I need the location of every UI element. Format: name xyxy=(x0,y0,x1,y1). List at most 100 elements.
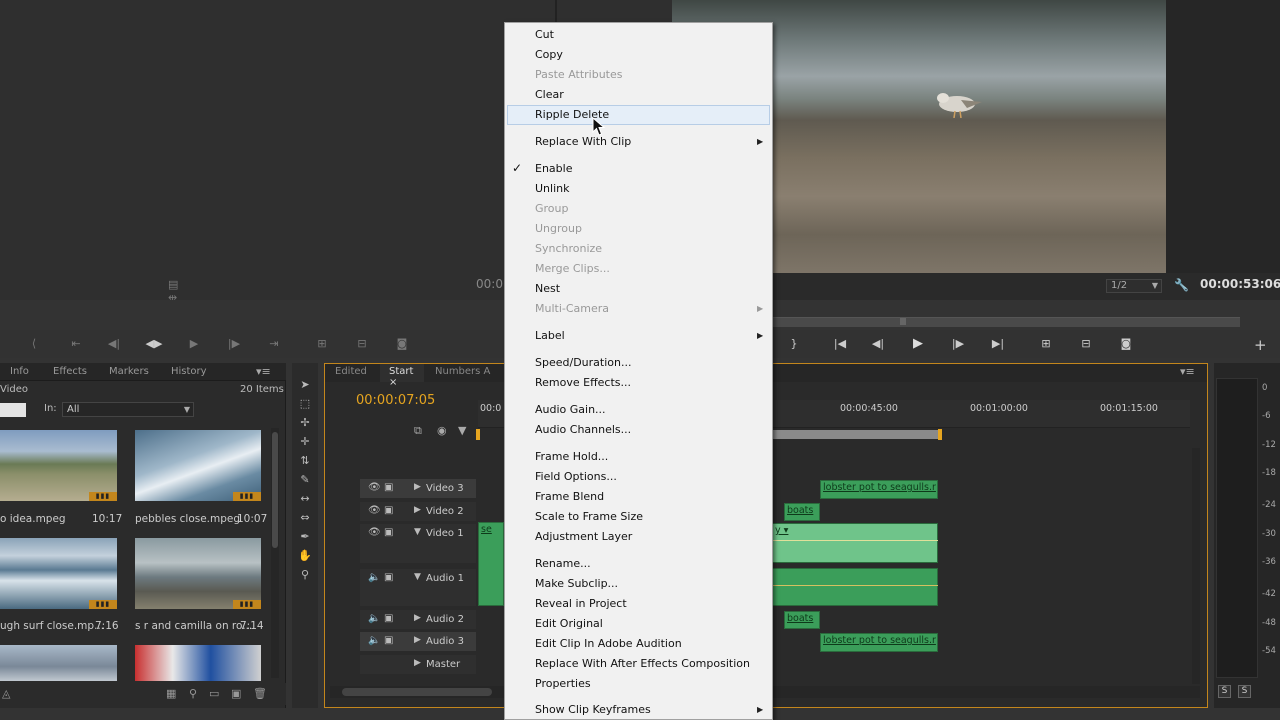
expand-icon[interactable]: ▶ xyxy=(414,613,421,623)
scrubber-handle[interactable] xyxy=(900,318,906,325)
overwrite-icon[interactable]: ⊟ xyxy=(348,335,376,353)
lift-icon[interactable]: ⊞ xyxy=(1032,335,1060,353)
menu-item-audio-gain[interactable]: Audio Gain... xyxy=(535,403,606,416)
film-icon[interactable]: ▣ xyxy=(384,482,393,493)
menu-item-speed-duration[interactable]: Speed/Duration... xyxy=(535,356,631,369)
menu-item-scale-to-frame-size[interactable]: Scale to Frame Size xyxy=(535,510,643,523)
menu-item-edit-original[interactable]: Edit Original xyxy=(535,617,603,630)
clip-thumbnail[interactable] xyxy=(0,645,117,681)
pen-tool-icon[interactable]: ✒ xyxy=(297,529,313,545)
track-header-video2[interactable]: 👁 ▣ ▶ Video 2 xyxy=(360,502,476,522)
timeline-scroll-thumb[interactable] xyxy=(342,688,492,696)
wrench-icon[interactable]: 🔧 xyxy=(1174,278,1189,292)
in-select[interactable]: All ▼ xyxy=(62,402,194,417)
hand-tool-icon[interactable]: ✋ xyxy=(297,548,313,564)
tab-markers[interactable]: Markers xyxy=(109,366,149,377)
step-back-icon[interactable]: ◀| xyxy=(100,335,128,353)
tab-effects[interactable]: Effects xyxy=(53,366,87,377)
track-select-tool-icon[interactable]: ⬚ xyxy=(297,396,313,412)
menu-item-make-subclip[interactable]: Make Subclip... xyxy=(535,577,618,590)
track-header-video3[interactable]: 👁 ▣ ▶ Video 3 xyxy=(360,479,476,499)
zoom-select[interactable]: 1/2 ▼ xyxy=(1106,279,1162,293)
export-frame-icon[interactable]: ◙ xyxy=(1112,335,1140,353)
resize-icon[interactable]: ◬ xyxy=(2,687,10,700)
add-marker-icon[interactable]: ▼ xyxy=(458,424,466,437)
track-header-video1[interactable]: 👁 ▣ ▼ Video 1 xyxy=(360,524,476,564)
tab-edited[interactable]: Edited xyxy=(335,366,367,377)
clip-thumbnail[interactable]: ▮▮▮ xyxy=(135,538,261,609)
tab-history[interactable]: History xyxy=(171,366,207,377)
list-icon[interactable]: ▤ xyxy=(168,278,178,291)
menu-item-edit-in-audition[interactable]: Edit Clip In Adobe Audition xyxy=(535,637,682,650)
sync-icon[interactable]: ▣ xyxy=(384,613,393,624)
step-forward-icon[interactable]: |▶ xyxy=(220,335,248,353)
menu-item-copy[interactable]: Copy xyxy=(535,48,563,61)
work-area-bar[interactable] xyxy=(772,430,940,439)
source-camera-icon[interactable]: ◙ xyxy=(388,335,416,353)
zoom-tool-icon[interactable]: ⚲ xyxy=(297,567,313,583)
panel-menu-icon[interactable]: ▾≡ xyxy=(256,365,271,378)
eye-icon[interactable]: 👁 xyxy=(368,482,381,493)
speaker-icon[interactable]: 🔈 xyxy=(368,572,380,583)
trash-icon[interactable]: 🗑 xyxy=(253,687,267,700)
play-icon[interactable]: ▶ xyxy=(904,335,932,353)
track-header-audio2[interactable]: 🔈 ▣ ▶ Audio 2 xyxy=(360,610,476,630)
slip-tool-icon[interactable]: ↔ xyxy=(297,491,313,507)
source-settings-icons[interactable]: ▤⇹ xyxy=(168,278,208,304)
solo-button[interactable]: S xyxy=(1238,685,1251,698)
speaker-icon[interactable]: 🔈 xyxy=(368,613,380,624)
work-area-end-handle[interactable] xyxy=(938,429,942,440)
add-button-icon[interactable]: + xyxy=(1254,336,1267,354)
clip-thumbnail[interactable] xyxy=(135,645,261,681)
list-view-icon[interactable]: ▦ xyxy=(166,687,176,700)
collapse-icon[interactable]: ▼ xyxy=(414,527,421,537)
menu-item-nest[interactable]: Nest xyxy=(535,282,560,295)
volume-line[interactable] xyxy=(772,585,938,586)
opacity-line[interactable] xyxy=(772,540,938,541)
menu-item-show-clip-keyframes[interactable]: Show Clip Keyframes xyxy=(535,703,651,716)
sync-icon[interactable]: ▣ xyxy=(384,572,393,583)
go-to-out-icon[interactable]: ⇥ xyxy=(260,335,288,353)
clip-thumbnail[interactable]: ▮▮▮ xyxy=(0,430,117,501)
snap-icon[interactable]: ⧉ xyxy=(414,424,422,438)
tab-info[interactable]: Info xyxy=(10,366,29,377)
timeline-clip[interactable]: lobster pot to seagulls.r xyxy=(820,480,938,499)
slide-tool-icon[interactable]: ⇔ xyxy=(297,510,313,526)
keyframe-icon[interactable]: ◉ xyxy=(437,424,447,437)
extract-icon[interactable]: ⊟ xyxy=(1072,335,1100,353)
track-header-audio1[interactable]: 🔈 ▣ ▼ Audio 1 xyxy=(360,569,476,607)
timeline-timecode[interactable]: 00:00:07:05 xyxy=(356,393,435,408)
expand-icon[interactable]: ▶ xyxy=(414,658,421,668)
menu-item-clear[interactable]: Clear xyxy=(535,88,564,101)
menu-item-replace-with-ae[interactable]: Replace With After Effects Composition xyxy=(535,657,750,670)
menu-item-replace-with-clip[interactable]: Replace With Clip xyxy=(535,135,631,148)
film-icon[interactable]: ▣ xyxy=(384,505,393,516)
eye-icon[interactable]: 👁 xyxy=(368,527,381,538)
timeline-clip[interactable]: boats xyxy=(784,503,820,521)
find-icon[interactable]: ⚲ xyxy=(189,687,197,700)
menu-item-audio-channels[interactable]: Audio Channels... xyxy=(535,423,631,436)
close-icon[interactable]: × xyxy=(389,377,397,388)
menu-item-label[interactable]: Label xyxy=(535,329,565,342)
menu-item-rename[interactable]: Rename... xyxy=(535,557,591,570)
tab-numbers-a[interactable]: Numbers A xyxy=(435,366,490,377)
rolling-edit-tool-icon[interactable]: ✛ xyxy=(297,434,313,450)
adjust-icon[interactable]: ⇹ xyxy=(168,291,177,304)
expand-icon[interactable]: ▶ xyxy=(414,635,421,645)
menu-item-reveal-in-project[interactable]: Reveal in Project xyxy=(535,597,627,610)
menu-item-remove-effects[interactable]: Remove Effects... xyxy=(535,376,631,389)
clip-thumbnail[interactable]: ▮▮▮ xyxy=(135,430,261,501)
expand-icon[interactable]: ▶ xyxy=(414,505,421,515)
insert-icon[interactable]: ⊞ xyxy=(308,335,336,353)
project-scroll-thumb[interactable] xyxy=(272,432,278,548)
rate-stretch-tool-icon[interactable]: ⇅ xyxy=(297,453,313,469)
source-play-icon[interactable]: ▶ xyxy=(180,335,208,353)
menu-item-cut[interactable]: Cut xyxy=(535,28,554,41)
menu-item-properties[interactable]: Properties xyxy=(535,677,591,690)
search-input[interactable] xyxy=(0,403,26,417)
program-go-to-in-icon[interactable]: |◀ xyxy=(826,335,854,353)
solo-button[interactable]: S xyxy=(1218,685,1231,698)
new-bin-icon[interactable]: ▭ xyxy=(209,687,219,700)
expand-icon[interactable]: ▶ xyxy=(414,482,421,492)
work-area-start-handle[interactable] xyxy=(476,429,480,440)
